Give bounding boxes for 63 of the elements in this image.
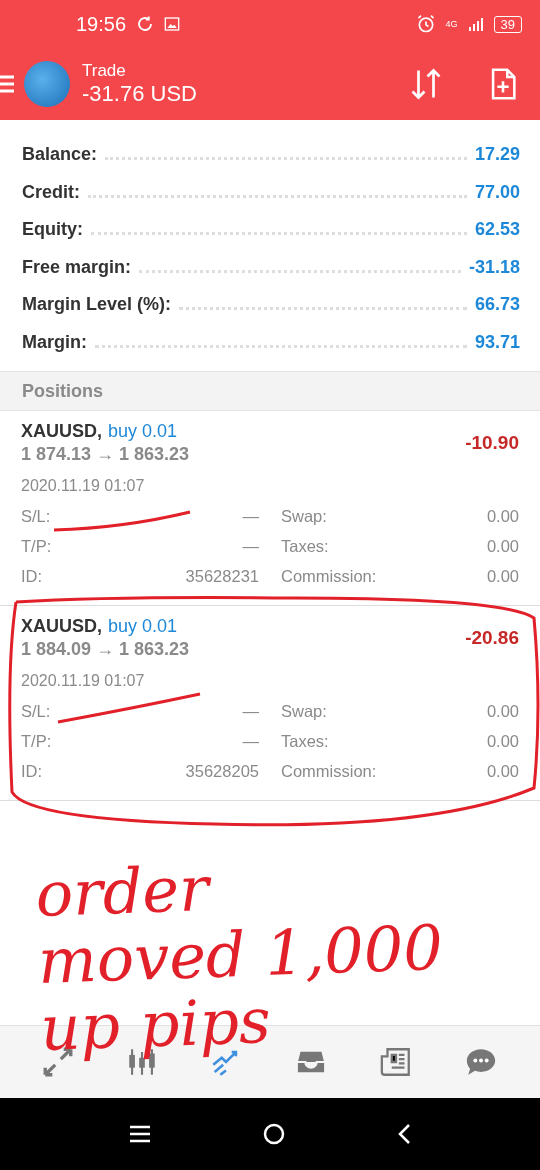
menu-icon[interactable]	[0, 73, 16, 95]
battery-indicator: 39	[493, 15, 522, 33]
detail-value: 0.00	[486, 761, 519, 781]
newspaper-icon	[379, 1045, 413, 1079]
detail-value: 0.00	[486, 506, 519, 526]
image-icon	[164, 16, 181, 32]
summary-value: 77.00	[474, 181, 520, 203]
summary-value: 17.29	[474, 144, 520, 166]
detail-value: 0.00	[486, 701, 519, 721]
position-symbol: XAUUSD,	[21, 421, 102, 442]
alarm-icon	[415, 14, 436, 34]
handwritten-note: up pips	[39, 983, 273, 1062]
position-prices: 1 874.13 → 1 863.23	[21, 444, 190, 465]
summary-value: -31.18	[468, 256, 520, 278]
app-logo	[24, 61, 70, 107]
detail-label: Swap:	[281, 506, 327, 526]
position-profit: -20.86	[465, 627, 519, 649]
detail-value: 0.00	[486, 536, 519, 556]
detail-label: T/P:	[21, 731, 52, 751]
status-time: 19:56	[76, 12, 127, 36]
detail-label: ID:	[21, 566, 43, 586]
detail-value: —	[242, 536, 259, 556]
signal-icon	[467, 16, 484, 32]
summary-label: Equity:	[22, 219, 83, 241]
summary-label: Balance:	[22, 144, 98, 166]
detail-label: Taxes:	[281, 536, 329, 556]
position-symbol: XAUUSD,	[21, 616, 102, 637]
detail-label: Swap:	[281, 701, 327, 721]
position-item[interactable]: XAUUSD, buy 0.01 1 884.09 → 1 863.23 -20.86 2020.11.19 01:07 S/L: — Swap: 0.00 T/P: — Taxes: 0.00 ID: 35628205 Commission: 0.00	[0, 606, 540, 801]
summary-label: Margin Level (%):	[22, 294, 172, 316]
detail-label: Commission:	[281, 566, 377, 586]
detail-value: 0.00	[486, 731, 519, 751]
summary-value: 66.73	[474, 294, 520, 316]
detail-label: Commission:	[281, 761, 377, 781]
position-side: buy 0.01	[108, 616, 178, 637]
summary-label: Credit:	[22, 181, 80, 203]
detail-label: T/P:	[21, 536, 52, 556]
account-profit: -31.76 USD	[82, 81, 198, 107]
position-prices: 1 884.09 → 1 863.23	[21, 639, 190, 660]
summary-value: 62.53	[474, 219, 520, 241]
detail-label: ID:	[21, 761, 43, 781]
detail-value: 35628231	[185, 566, 259, 586]
detail-value: —	[242, 506, 259, 526]
position-item[interactable]: XAUUSD, buy 0.01 1 874.13 → 1 863.23 -10.90 2020.11.19 01:07 S/L: — Swap: 0.00 T/P: — Taxes: 0.00 ID: 35628231 Commission: 0.00	[0, 411, 540, 606]
detail-label: Taxes:	[281, 731, 329, 751]
section-title: Positions	[22, 380, 103, 402]
summary-label: Free margin:	[22, 256, 132, 278]
sync-icon	[136, 15, 155, 33]
position-time: 2020.11.19 01:07	[21, 672, 146, 690]
detail-value: —	[242, 731, 259, 751]
network-label: 4G	[445, 19, 458, 29]
summary-value: 93.71	[474, 331, 520, 353]
header-title: Trade	[82, 61, 127, 81]
summary-label: Margin:	[22, 331, 87, 353]
detail-value: —	[242, 701, 259, 721]
detail-value: 35628205	[185, 761, 259, 781]
position-side: buy 0.01	[108, 421, 178, 442]
position-time: 2020.11.19 01:07	[21, 477, 146, 495]
handwritten-note: order	[34, 851, 211, 928]
position-profit: -10.90	[465, 432, 519, 454]
detail-label: S/L:	[21, 701, 51, 721]
detail-value: 0.00	[486, 566, 519, 586]
detail-label: S/L:	[21, 506, 51, 526]
